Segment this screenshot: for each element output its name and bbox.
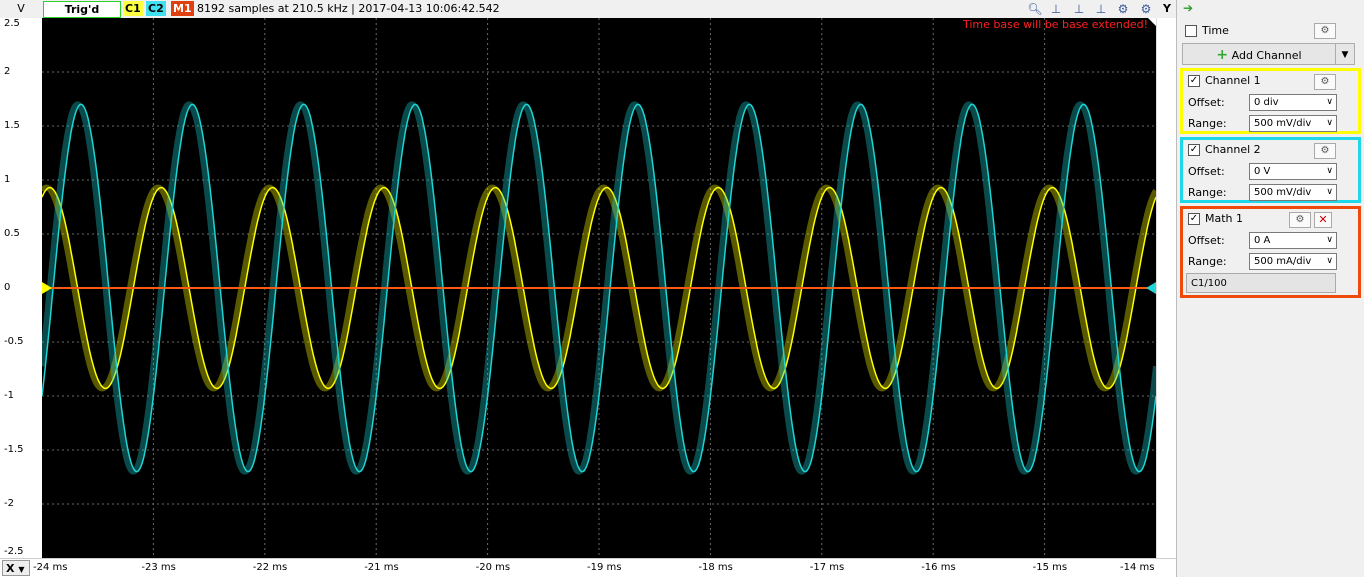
- x-tick-label: -18 ms: [698, 562, 733, 573]
- channel2-zero-marker: [1146, 282, 1156, 294]
- x-tick-label: -14 ms: [1120, 562, 1155, 573]
- chevron-down-icon: ∨: [1326, 187, 1333, 197]
- cursor-c-icon[interactable]: ⊥: [1093, 1, 1109, 17]
- math1-range-label: Range:: [1188, 255, 1227, 268]
- channel2-offset-select[interactable]: 0 V ∨: [1249, 163, 1337, 180]
- trigger-position-marker: [1148, 18, 1156, 26]
- settings-icon[interactable]: ⚙: [1115, 1, 1131, 17]
- x-tick-label: -15 ms: [1032, 562, 1068, 573]
- time-checkbox[interactable]: [1185, 25, 1197, 37]
- settings-icon-2[interactable]: ⚙: [1138, 1, 1154, 17]
- chevron-down-icon: ∨: [1326, 166, 1333, 176]
- channel2-offset-label: Offset:: [1188, 165, 1225, 178]
- math1-range-select[interactable]: 500 mA/div ∨: [1249, 253, 1337, 270]
- y-tick-label: 0: [4, 282, 11, 293]
- math1-checkbox[interactable]: ✓: [1188, 213, 1200, 225]
- add-channel-dropdown[interactable]: ▼: [1335, 43, 1355, 65]
- time-label: Time: [1202, 24, 1229, 37]
- math1-badge[interactable]: M1: [171, 1, 194, 16]
- chevron-down-icon: ∨: [1326, 235, 1333, 245]
- channel2-range-label: Range:: [1188, 186, 1227, 199]
- y-tick-label: 2: [4, 66, 11, 77]
- cursor-b-icon[interactable]: ⊥: [1071, 1, 1087, 17]
- y-tick-label: -2: [4, 498, 14, 509]
- y-tick-label: 1.5: [4, 120, 20, 131]
- channel2-badge[interactable]: C2: [146, 1, 166, 16]
- x-axis: X ▼ -24 ms -23 ms -22 ms -21 ms -20 ms -19 ms…: [0, 558, 1176, 578]
- acquisition-info: 8192 samples at 210.5 kHz | 2017-04-13 1…: [197, 2, 500, 15]
- channel1-settings-gear-icon[interactable]: ⚙: [1314, 74, 1336, 90]
- arrow-right-icon[interactable]: ➔: [1183, 1, 1193, 15]
- x-tick-label: -24 ms: [33, 562, 68, 573]
- y-axis-button[interactable]: Y: [1158, 0, 1176, 18]
- channel2-checkbox[interactable]: ✓: [1188, 144, 1200, 156]
- channel1-range-select[interactable]: 500 mV/div ∨: [1249, 115, 1337, 132]
- plus-icon: +: [1216, 47, 1229, 63]
- math1-group: ✓ Math 1 ⚙ ✕ Offset: 0 A ∨ Range: 500 mA/d…: [1180, 206, 1361, 298]
- time-settings-gear-icon[interactable]: ⚙: [1314, 23, 1336, 39]
- channel2-group: ✓ Channel 2 ⚙ Offset: 0 V ∨ Range: 500 mV/…: [1180, 137, 1361, 203]
- math1-offset-select[interactable]: 0 A ∨: [1249, 232, 1337, 249]
- y-axis: 2.5 2 1.5 1 0.5 0 -0.5 -1 -1.5 -2 -2.5: [0, 18, 42, 558]
- channel1-range-label: Range:: [1188, 117, 1227, 130]
- chevron-down-icon: ∨: [1326, 97, 1333, 107]
- x-tick-label: -21 ms: [364, 562, 399, 573]
- y-tick-label: -2.5: [4, 546, 24, 557]
- channel1-group: ✓ Channel 1 ⚙ Offset: 0 div ∨ Range: 500 m…: [1180, 68, 1361, 134]
- time-toggle[interactable]: Time: [1185, 24, 1229, 37]
- zoom-icon[interactable]: 🔍︎: [1027, 1, 1043, 17]
- channel1-offset-select[interactable]: 0 div ∨: [1249, 94, 1337, 111]
- y-axis-right-strip: [1156, 18, 1177, 558]
- channel2-toggle[interactable]: ✓ Channel 2: [1188, 143, 1261, 156]
- channel1-badge[interactable]: C1: [123, 1, 143, 16]
- timebase-warning: Time base will be base extended!: [962, 18, 1148, 31]
- math1-offset-label: Offset:: [1188, 234, 1225, 247]
- y-tick-label: 0.5: [4, 228, 20, 239]
- x-tick-label: -23 ms: [141, 562, 176, 573]
- channel1-toggle[interactable]: ✓ Channel 1: [1188, 74, 1261, 87]
- scope-plot-area[interactable]: Time base will be base extended!: [39, 18, 1159, 558]
- y-tick-label: -1: [4, 390, 14, 401]
- math1-settings-gear-icon[interactable]: ⚙: [1289, 212, 1311, 228]
- channel2-range-select[interactable]: 500 mV/div ∨: [1249, 184, 1337, 201]
- scope-toolbar: V Trig'd C1 C2 M1 8192 samples at 210.5 …: [0, 0, 1176, 19]
- cursor-a-icon[interactable]: ⊥: [1048, 1, 1064, 17]
- y-tick-label: -0.5: [4, 336, 24, 347]
- x-axis-button[interactable]: X ▼: [2, 560, 30, 576]
- x-tick-label: -16 ms: [921, 562, 956, 573]
- chevron-down-icon: ∨: [1326, 256, 1333, 266]
- y-tick-label: -1.5: [4, 444, 24, 455]
- x-tick-label: -19 ms: [587, 562, 622, 573]
- add-channel-button[interactable]: + Add Channel: [1182, 43, 1336, 65]
- channel1-offset-label: Offset:: [1188, 96, 1225, 109]
- y-tick-label: 2.5: [4, 18, 20, 29]
- x-tick-label: -20 ms: [475, 562, 511, 573]
- trigger-status[interactable]: Trig'd: [43, 1, 121, 18]
- y-unit-label: V: [17, 2, 25, 15]
- y-tick-label: 1: [4, 174, 11, 185]
- x-tick-label: -17 ms: [809, 562, 845, 573]
- waveform-chart[interactable]: [39, 18, 1159, 558]
- channel2-settings-gear-icon[interactable]: ⚙: [1314, 143, 1336, 159]
- chevron-down-icon: ∨: [1326, 118, 1333, 128]
- x-tick-label: -22 ms: [252, 562, 288, 573]
- channel-panel: ➔ Time ⚙ + Add Channel ▼ ✓ Channel 1 ⚙ Of…: [1176, 0, 1364, 577]
- math1-toggle[interactable]: ✓ Math 1: [1188, 212, 1243, 225]
- close-icon[interactable]: ✕: [1314, 212, 1332, 228]
- channel1-checkbox[interactable]: ✓: [1188, 75, 1200, 87]
- math1-formula[interactable]: C1/100: [1186, 273, 1336, 293]
